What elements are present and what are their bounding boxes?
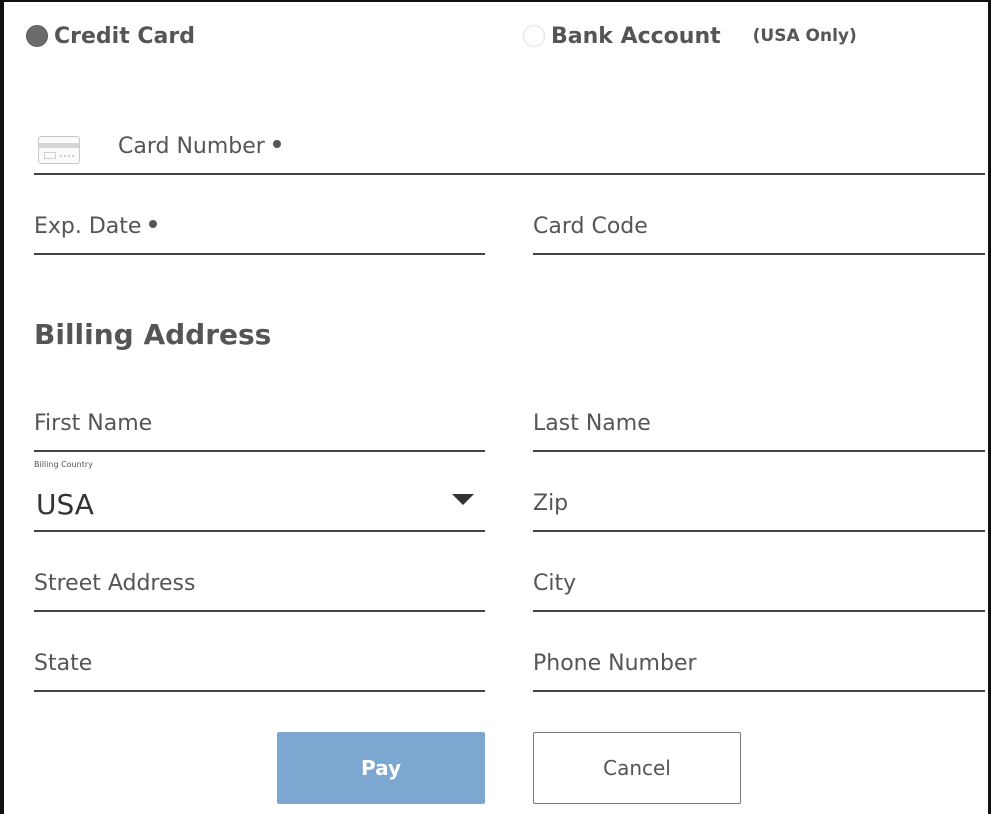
required-indicator [272,140,281,148]
city-field[interactable]: City [533,552,985,612]
chevron-down-icon[interactable] [452,494,474,505]
required-indicator [149,220,158,228]
exp-date-placeholder: Exp. Date [34,214,158,239]
frame-left-border [0,0,4,814]
exp-date-placeholder-text: Exp. Date [34,214,142,239]
last-name-field[interactable]: Last Name [533,392,985,452]
card-number-placeholder-text: Card Number [118,134,265,159]
state-field[interactable]: State [34,632,485,692]
zip-placeholder: Zip [533,491,569,516]
card-number-placeholder: Card Number [118,134,281,159]
city-placeholder: City [533,571,577,596]
bank-account-radio-option[interactable]: Bank Account (USA Only) [523,20,857,52]
bank-account-radio[interactable] [523,25,545,47]
credit-card-radio[interactable] [26,25,48,47]
billing-country-value: USA [36,488,94,521]
last-name-placeholder: Last Name [533,411,651,436]
phone-number-field[interactable]: Phone Number [533,632,985,692]
billing-country-select[interactable]: Billing Country USA [34,452,485,532]
street-address-field[interactable]: Street Address [34,552,485,612]
bank-account-label: Bank Account [551,23,721,49]
first-name-placeholder: First Name [34,411,153,436]
cancel-button[interactable]: Cancel [533,732,741,804]
card-code-placeholder: Card Code [533,214,648,239]
card-number-field[interactable]: Card Number [34,115,985,175]
phone-number-placeholder: Phone Number [533,651,697,676]
street-address-placeholder: Street Address [34,571,196,596]
bank-account-note: (USA Only) [752,26,857,46]
frame-top-border [0,0,991,2]
credit-card-label: Credit Card [54,23,195,49]
zip-field[interactable]: Zip [533,472,985,532]
billing-country-caption: Billing Country [34,460,93,469]
exp-date-field[interactable]: Exp. Date [34,195,485,255]
state-placeholder: State [34,651,93,676]
first-name-field[interactable]: First Name [34,392,485,452]
pay-button[interactable]: Pay [277,732,485,804]
billing-address-heading: Billing Address [34,318,272,351]
credit-card-radio-option[interactable]: Credit Card [26,20,195,52]
card-code-field[interactable]: Card Code [533,195,985,255]
